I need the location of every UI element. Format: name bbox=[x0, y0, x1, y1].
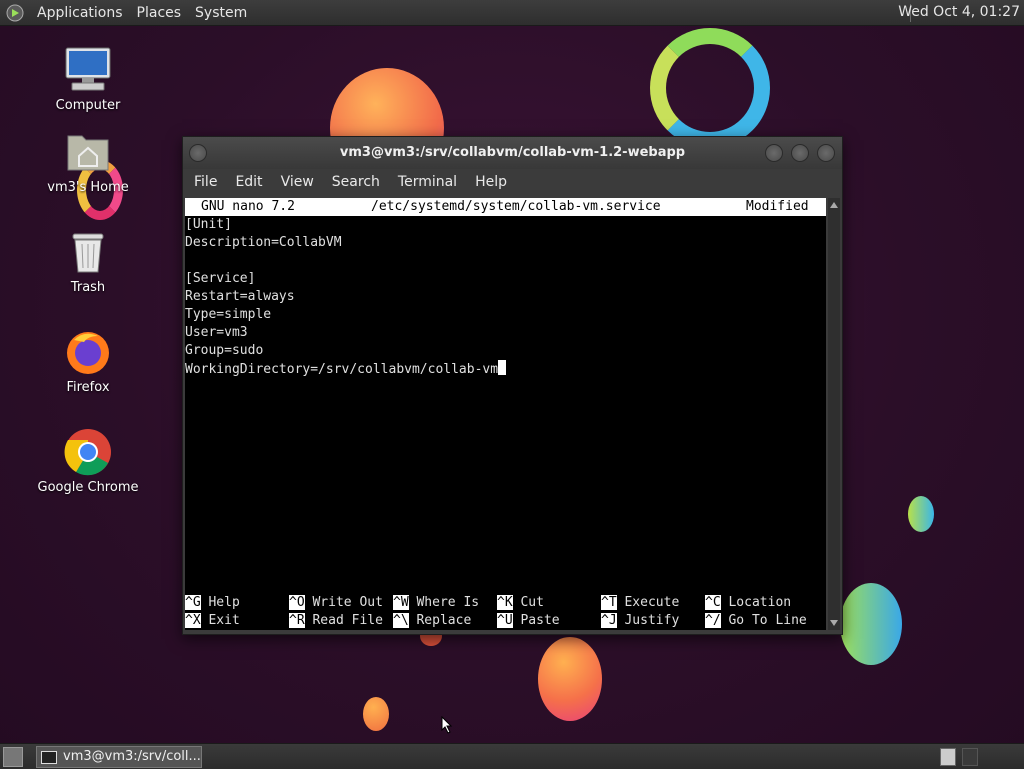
desktop-icon-label: vm3's Home bbox=[47, 180, 129, 195]
wallpaper-bubble bbox=[840, 583, 902, 665]
shortcut-go-to-line[interactable]: ^/ Go To Line bbox=[705, 612, 807, 630]
menu-terminal[interactable]: Terminal bbox=[387, 174, 457, 190]
buffer-line-text: WorkingDirectory=/srv/collabvm/collab-vm bbox=[185, 362, 499, 377]
text-cursor bbox=[498, 360, 507, 375]
terminal-menubar: File Edit View Search Terminal Help bbox=[183, 169, 842, 195]
terminal-area[interactable]: GNU nano 7.2 /etc/systemd/system/collab-… bbox=[185, 198, 826, 630]
desktop-icon-label: Trash bbox=[70, 280, 106, 295]
buffer-line: User=vm3 bbox=[185, 325, 248, 340]
shortcut-justify[interactable]: ^J Justify bbox=[601, 612, 679, 630]
trash-icon bbox=[64, 228, 112, 276]
taskbar-item-label: vm3@vm3:/srv/coll... bbox=[63, 749, 201, 764]
desktop-icon-firefox[interactable]: Firefox bbox=[33, 328, 143, 395]
wallpaper-bubble bbox=[363, 697, 389, 731]
terminal-scrollbar[interactable] bbox=[828, 198, 840, 630]
wallpaper-bubble bbox=[538, 637, 602, 721]
buffer-line bbox=[185, 252, 506, 270]
buffer-line: [Service] bbox=[185, 271, 256, 286]
shortcut-read-file[interactable]: ^R Read File bbox=[289, 612, 383, 630]
firefox-icon bbox=[64, 328, 112, 376]
close-icon[interactable] bbox=[817, 144, 835, 162]
menu-places[interactable]: Places bbox=[130, 5, 189, 21]
buffer-line: Group=sudo bbox=[185, 343, 264, 358]
window-menu-icon[interactable] bbox=[189, 144, 207, 162]
desktop-icon-chrome[interactable]: Google Chrome bbox=[33, 428, 143, 495]
buffer-line: [Unit] bbox=[185, 217, 232, 232]
menu-edit[interactable]: Edit bbox=[224, 174, 262, 190]
nano-titlebar: GNU nano 7.2 /etc/systemd/system/collab-… bbox=[185, 198, 826, 216]
desktop-icon-label: Firefox bbox=[66, 380, 110, 395]
wallpaper-ring bbox=[650, 28, 770, 148]
wallpaper-bubble bbox=[908, 496, 934, 532]
shortcut-cut[interactable]: ^K Cut bbox=[497, 594, 544, 612]
shortcut-exit[interactable]: ^X Exit bbox=[185, 612, 240, 630]
buffer-line-current: WorkingDirectory=/srv/collabvm/collab-vm bbox=[185, 360, 507, 378]
maximize-icon[interactable] bbox=[791, 144, 809, 162]
desktop-icon-computer[interactable]: Computer bbox=[33, 46, 143, 113]
menu-view[interactable]: View bbox=[270, 174, 314, 190]
taskbar-terminal-item[interactable]: vm3@vm3:/srv/coll... bbox=[36, 746, 202, 768]
menu-applications[interactable]: Applications bbox=[30, 5, 130, 21]
mouse-pointer-icon bbox=[441, 716, 453, 734]
terminal-icon bbox=[41, 751, 57, 764]
nano-status: Modified bbox=[746, 199, 809, 214]
home-folder-icon bbox=[64, 128, 112, 176]
distro-logo-icon[interactable] bbox=[6, 4, 24, 22]
shortcut-where-is[interactable]: ^W Where Is bbox=[393, 594, 479, 612]
computer-icon bbox=[64, 46, 112, 94]
panel-clock[interactable]: Wed Oct 4, 01:27 bbox=[898, 4, 1020, 20]
shortcut-paste[interactable]: ^U Paste bbox=[497, 612, 560, 630]
shortcut-write-out[interactable]: ^O Write Out bbox=[289, 594, 383, 612]
show-desktop-icon[interactable] bbox=[3, 747, 23, 767]
chrome-icon bbox=[64, 428, 112, 476]
desktop-icon-home[interactable]: vm3's Home bbox=[33, 128, 143, 195]
shortcut-location[interactable]: ^C Location bbox=[705, 594, 791, 612]
menu-system[interactable]: System bbox=[188, 5, 254, 21]
menu-search[interactable]: Search bbox=[321, 174, 380, 190]
nano-buffer[interactable]: [Unit] Description=CollabVM [Service] Re… bbox=[185, 216, 507, 378]
scroll-up-icon[interactable] bbox=[830, 202, 838, 208]
window-titlebar[interactable]: vm3@vm3:/srv/collabvm/collab-vm-1.2-weba… bbox=[183, 137, 842, 169]
menu-file[interactable]: File bbox=[183, 174, 217, 190]
nano-filename: /etc/systemd/system/collab-vm.service bbox=[371, 199, 661, 214]
menu-help[interactable]: Help bbox=[464, 174, 507, 190]
shortcut-replace[interactable]: ^\ Replace bbox=[393, 612, 471, 630]
window-title: vm3@vm3:/srv/collabvm/collab-vm-1.2-weba… bbox=[339, 145, 686, 160]
buffer-line: Description=CollabVM bbox=[185, 235, 342, 250]
top-panel: Applications Places System Wed Oct 4, 01… bbox=[0, 0, 1024, 26]
workspace-1[interactable] bbox=[940, 748, 956, 766]
minimize-icon[interactable] bbox=[765, 144, 783, 162]
desktop-icon-label: Computer bbox=[55, 98, 121, 113]
terminal-window: vm3@vm3:/srv/collabvm/collab-vm-1.2-weba… bbox=[182, 136, 843, 635]
nano-version: GNU nano 7.2 bbox=[201, 199, 295, 214]
desktop-icon-label: Google Chrome bbox=[37, 480, 139, 495]
workspace-2[interactable] bbox=[962, 748, 978, 766]
buffer-line: Type=simple bbox=[185, 307, 272, 322]
desktop-icon-trash[interactable]: Trash bbox=[33, 228, 143, 295]
scroll-down-icon[interactable] bbox=[830, 620, 838, 626]
bottom-panel: vm3@vm3:/srv/coll... bbox=[0, 743, 1024, 769]
buffer-line: Restart=always bbox=[185, 289, 295, 304]
shortcut-help[interactable]: ^G Help bbox=[185, 594, 240, 612]
shortcut-execute[interactable]: ^T Execute bbox=[601, 594, 679, 612]
